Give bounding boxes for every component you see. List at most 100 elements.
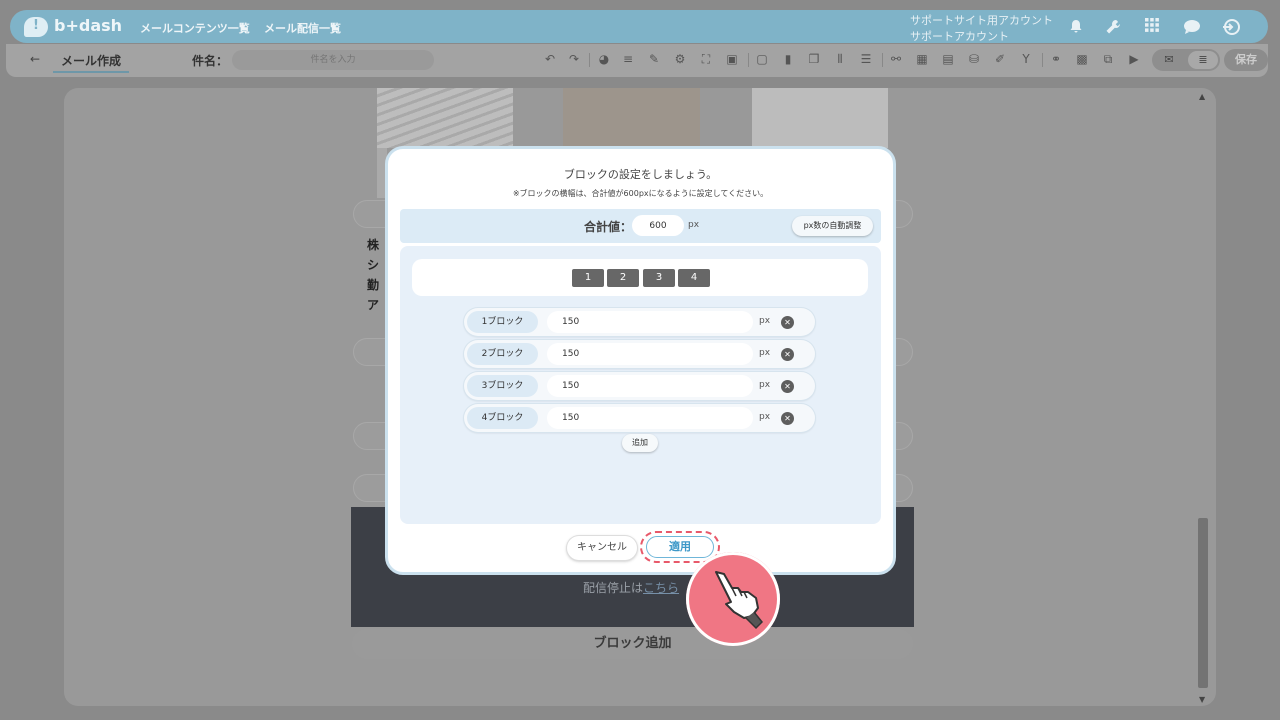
- settings-icon[interactable]: ⚙: [672, 51, 688, 67]
- delete-block-icon[interactable]: ✕: [781, 380, 794, 393]
- block-count-selector: 1 2 3 4: [412, 259, 868, 296]
- block-settings-dialog: ブロックの設定をしましょう。 ※ブロックの横幅は、合計値が600pxになるように…: [385, 146, 896, 575]
- block-width-input[interactable]: [547, 311, 753, 333]
- grid-menu-icon[interactable]: [1143, 18, 1161, 36]
- blocks-area: 1 2 3 4 1ブロック px ✕ 2ブロック px ✕ 3ブロック px ✕…: [400, 246, 881, 524]
- rows-icon[interactable]: ☰: [858, 51, 874, 67]
- subject-label: 件名：: [192, 54, 229, 68]
- edit-box-icon[interactable]: ✐: [992, 51, 1008, 67]
- block-label: 3ブロック: [467, 375, 538, 397]
- block-label: 1ブロック: [467, 311, 538, 333]
- bdash-logo[interactable]: b+dash: [24, 16, 123, 38]
- block-row: 3ブロック px ✕: [464, 372, 815, 400]
- unsubscribe-prefix: 配信停止は: [583, 581, 644, 595]
- portrait-icon[interactable]: ▩: [1074, 51, 1090, 67]
- align-icon[interactable]: ≡: [620, 51, 636, 67]
- count-option-1[interactable]: 1: [572, 269, 604, 287]
- count-option-3[interactable]: 3: [643, 269, 675, 287]
- link-icon[interactable]: ⚯: [888, 51, 904, 67]
- save-button[interactable]: 保存: [1224, 49, 1268, 71]
- unsubscribe-text: 配信停止はこちら: [583, 579, 679, 596]
- cancel-button[interactable]: キャンセル: [567, 536, 637, 560]
- block-width-input[interactable]: [547, 407, 753, 429]
- total-unit: px: [688, 220, 700, 230]
- subject-input[interactable]: [232, 50, 434, 70]
- mail-mode-icon[interactable]: ✉: [1154, 51, 1184, 69]
- undo-icon[interactable]: ↶: [542, 51, 558, 67]
- pen-icon[interactable]: ✎: [646, 51, 662, 67]
- block-unit: px: [759, 412, 771, 422]
- office-photo: [563, 88, 700, 148]
- total-width-bar: 合計値： px px数の自動調整: [400, 209, 881, 243]
- total-width-input[interactable]: [632, 215, 684, 236]
- account-name-line2[interactable]: サポートアカウント: [910, 28, 1009, 44]
- block-width-input[interactable]: [547, 375, 753, 397]
- woman-photo: [752, 88, 888, 148]
- wrench-icon[interactable]: [1104, 18, 1122, 36]
- copy-icon[interactable]: ❐: [806, 51, 822, 67]
- bell-icon[interactable]: [1067, 18, 1085, 36]
- logo-bubble-icon: [24, 17, 48, 37]
- body-text-fragment: ア: [367, 298, 380, 312]
- block-unit: px: [759, 380, 771, 390]
- account-name-line1[interactable]: サポートサイト用アカウント: [910, 12, 1053, 28]
- unsubscribe-link[interactable]: こちら: [643, 581, 679, 595]
- top-header: b+dash メールコンテンツ一覧 メール配信一覧 サポートサイト用アカウント …: [10, 10, 1268, 43]
- page-title: メール作成: [53, 52, 130, 73]
- logout-icon[interactable]: [1221, 18, 1240, 36]
- calendar-icon[interactable]: ▦: [914, 51, 930, 67]
- delete-block-icon[interactable]: ✕: [781, 412, 794, 425]
- scroll-thumb[interactable]: [1198, 518, 1208, 688]
- fullscreen-icon[interactable]: ⛶: [698, 51, 714, 67]
- block-row: 2ブロック px ✕: [464, 340, 815, 368]
- delete-block-icon[interactable]: ✕: [781, 348, 794, 361]
- redo-icon[interactable]: ↷: [566, 51, 582, 67]
- view-mode-toggle: ✉ ≣: [1152, 49, 1220, 71]
- add-block-button[interactable]: ブロック追加: [352, 629, 913, 659]
- id-card-icon[interactable]: ▤: [940, 51, 956, 67]
- dialog-title: ブロックの設定をしましょう。: [563, 168, 718, 181]
- scroll-up-arrow-icon[interactable]: ▲: [1199, 92, 1205, 101]
- trash-icon[interactable]: ▮: [780, 51, 796, 67]
- block-unit: px: [759, 316, 771, 326]
- nav-mail-contents[interactable]: メールコンテンツ一覧: [140, 20, 250, 36]
- tag-link-icon[interactable]: ⚭: [1048, 51, 1064, 67]
- block-row: 1ブロック px ✕: [464, 308, 815, 336]
- logo-text: b+dash: [54, 16, 123, 35]
- block-label: 4ブロック: [467, 407, 538, 429]
- toolbar-divider: [882, 53, 883, 67]
- megaphone-icon[interactable]: [1182, 18, 1200, 36]
- toolbar-divider: [1042, 53, 1043, 67]
- canvas-scrollbar[interactable]: ▲ ▼: [1197, 92, 1209, 704]
- palette-icon[interactable]: ◕: [596, 51, 612, 67]
- nav-mail-delivery[interactable]: メール配信一覧: [264, 20, 341, 36]
- columns-icon[interactable]: ⦀: [832, 51, 848, 67]
- scroll-down-arrow-icon[interactable]: ▼: [1199, 695, 1205, 704]
- count-option-4[interactable]: 4: [678, 269, 710, 287]
- toolbar-divider: [748, 53, 749, 67]
- image-icon[interactable]: ▣: [724, 51, 740, 67]
- play-icon[interactable]: ▶: [1126, 51, 1142, 67]
- delete-block-icon[interactable]: ✕: [781, 316, 794, 329]
- branch-icon[interactable]: Y: [1018, 51, 1034, 67]
- block-width-input[interactable]: [547, 343, 753, 365]
- block-unit: px: [759, 348, 771, 358]
- body-text-fragment: シ: [367, 258, 380, 272]
- block-label: 2ブロック: [467, 343, 538, 365]
- box-icon[interactable]: ▢: [754, 51, 770, 67]
- database-icon[interactable]: ⛁: [966, 51, 982, 67]
- dialog-note: ※ブロックの横幅は、合計値が600pxになるように設定してください。: [512, 189, 769, 198]
- tap-hand-icon: [686, 552, 780, 646]
- block-row: 4ブロック px ✕: [464, 404, 815, 432]
- text-mode-icon[interactable]: ≣: [1188, 51, 1218, 69]
- editor-toolbar: ← メール作成 件名： ↶ ↷ ◕ ≡ ✎ ⚙ ⛶ ▣ ▢ ▮ ❐ ⦀ ☰ ⚯ …: [6, 44, 1268, 77]
- preview-devices-icon[interactable]: ⧉: [1100, 51, 1116, 67]
- add-block-row-button[interactable]: 追加: [622, 434, 658, 452]
- auto-adjust-button[interactable]: px数の自動調整: [792, 216, 873, 236]
- total-label: 合計値：: [584, 220, 633, 234]
- toolbar-divider: [589, 53, 590, 67]
- keyboard-photo: [377, 88, 513, 148]
- count-option-2[interactable]: 2: [607, 269, 639, 287]
- body-text-fragment: 勤: [367, 278, 380, 292]
- back-arrow-icon[interactable]: ←: [30, 52, 40, 66]
